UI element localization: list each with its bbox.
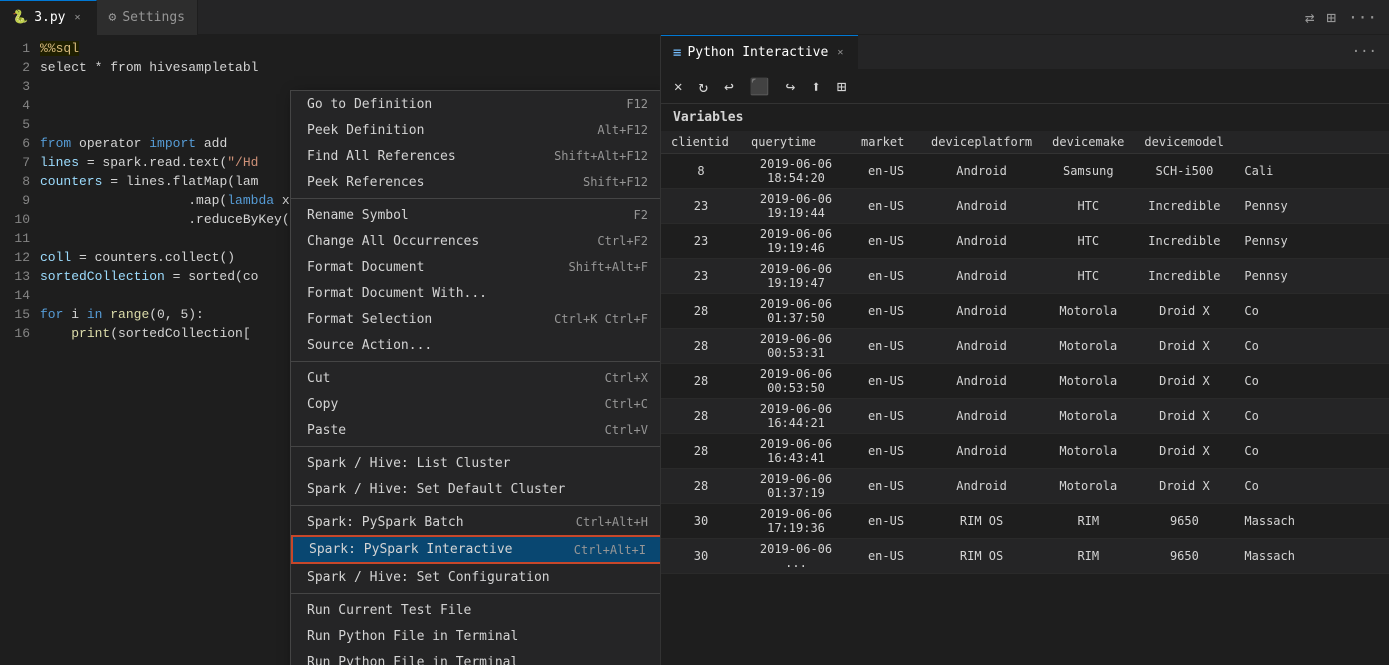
more-options-icon[interactable]: ··· — [1348, 42, 1381, 62]
right-tab-bar: ≡ Python Interactive ✕ ··· — [661, 35, 1389, 70]
python-interactive-tab-close[interactable]: ✕ — [834, 46, 846, 59]
menu-format-document[interactable]: Format Document Shift+Alt+F — [291, 254, 660, 280]
python-file-icon: 🐍 — [12, 10, 28, 25]
col-header-extra — [1234, 131, 1389, 154]
export-icon[interactable]: ⬆ — [806, 74, 826, 99]
table-row: 30 2019-06-06... en-US RIM OS RIM 9650 M… — [661, 539, 1389, 574]
variables-panel: Variables clientid querytime market devi… — [661, 104, 1389, 665]
redo-icon[interactable]: ↪ — [781, 74, 801, 99]
table-row: 28 2019-06-0600:53:50 en-US Android Moto… — [661, 364, 1389, 399]
tab-settings-label: Settings — [122, 10, 185, 25]
table-row: 23 2019-06-0619:19:44 en-US Android HTC … — [661, 189, 1389, 224]
menu-separator-2 — [291, 361, 660, 362]
variables-heading: Variables — [661, 104, 1389, 131]
variables-table: clientid querytime market deviceplatform… — [661, 131, 1389, 574]
menu-run-python-file-terminal-2[interactable]: Run Python File in Terminal — [291, 649, 660, 665]
menu-run-current-test-file[interactable]: Run Current Test File — [291, 597, 660, 623]
right-panel: ≡ Python Interactive ✕ ··· ✕ ↻ ↩ ⬛ ↪ ⬆ ⊞… — [660, 35, 1389, 665]
grid-icon[interactable]: ⊞ — [832, 74, 852, 99]
python-interactive-icon: ≡ — [673, 45, 681, 61]
tab-bar: 🐍 3.py ✕ ⚙ Settings ⇄ ⊞ ··· — [0, 0, 1389, 35]
table-row: 23 2019-06-0619:19:47 en-US Android HTC … — [661, 259, 1389, 294]
menu-peek-references[interactable]: Peek References Shift+F12 — [291, 169, 660, 195]
col-header-devicemodel: devicemodel — [1134, 131, 1234, 154]
menu-separator-3 — [291, 446, 660, 447]
tab-settings[interactable]: ⚙ Settings — [97, 0, 198, 35]
code-line-2: 2 select * from hivesampletabl — [0, 58, 660, 77]
col-header-deviceplatform: deviceplatform — [921, 131, 1042, 154]
menu-spark-set-default-cluster[interactable]: Spark / Hive: Set Default Cluster — [291, 476, 660, 502]
layout-icon[interactable]: ⊞ — [1322, 6, 1340, 29]
menu-rename-symbol[interactable]: Rename Symbol F2 — [291, 202, 660, 228]
table-row: 23 2019-06-0619:19:46 en-US Android HTC … — [661, 224, 1389, 259]
menu-cut[interactable]: Cut Ctrl+X — [291, 365, 660, 391]
col-header-devicemake: devicemake — [1042, 131, 1134, 154]
col-header-querytime: querytime — [741, 131, 851, 154]
table-row: 28 2019-06-0616:44:21 en-US Android Moto… — [661, 399, 1389, 434]
table-row: 28 2019-06-0616:43:41 en-US Android Moto… — [661, 434, 1389, 469]
main-area: 1 %%sql 2 select * from hivesampletabl 3… — [0, 35, 1389, 665]
menu-separator-4 — [291, 505, 660, 506]
right-tab-actions: ··· — [1340, 42, 1389, 62]
menu-copy[interactable]: Copy Ctrl+C — [291, 391, 660, 417]
menu-find-all-references[interactable]: Find All References Shift+Alt+F12 — [291, 143, 660, 169]
menu-separator-5 — [291, 593, 660, 594]
table-row: 8 2019-06-0618:54:20 en-US Android Samsu… — [661, 154, 1389, 189]
menu-run-python-file-terminal-1[interactable]: Run Python File in Terminal — [291, 623, 660, 649]
table-row: 28 2019-06-0601:37:50 en-US Android Moto… — [661, 294, 1389, 329]
menu-spark-pyspark-interactive[interactable]: Spark: PySpark Interactive Ctrl+Alt+I — [291, 535, 660, 564]
close-toolbar-icon[interactable]: ✕ — [669, 76, 687, 98]
python-interactive-tab-label: Python Interactive — [687, 45, 828, 60]
tab-3py[interactable]: 🐍 3.py ✕ — [0, 0, 97, 35]
menu-source-action[interactable]: Source Action... — [291, 332, 660, 358]
settings-icon: ⚙ — [109, 10, 117, 25]
menu-format-document-with[interactable]: Format Document With... — [291, 280, 660, 306]
more-actions-icon[interactable]: ··· — [1344, 6, 1381, 29]
menu-format-selection[interactable]: Format Selection Ctrl+K Ctrl+F — [291, 306, 660, 332]
col-header-clientid: clientid — [661, 131, 741, 154]
editor-panel: 1 %%sql 2 select * from hivesampletabl 3… — [0, 35, 660, 665]
tab-3py-close[interactable]: ✕ — [72, 11, 84, 24]
menu-goto-definition[interactable]: Go to Definition F12 — [291, 91, 660, 117]
menu-separator-1 — [291, 198, 660, 199]
col-header-market: market — [851, 131, 921, 154]
menu-spark-set-configuration[interactable]: Spark / Hive: Set Configuration — [291, 564, 660, 590]
tab-3py-label: 3.py — [34, 10, 65, 25]
menu-spark-list-cluster[interactable]: Spark / Hive: List Cluster — [291, 450, 660, 476]
restart-icon[interactable]: ↻ — [693, 74, 713, 99]
menu-peek-definition[interactable]: Peek Definition Alt+F12 — [291, 117, 660, 143]
split-editor-icon[interactable]: ⇄ — [1301, 6, 1319, 29]
table-body: 8 2019-06-0618:54:20 en-US Android Samsu… — [661, 154, 1389, 574]
python-interactive-tab[interactable]: ≡ Python Interactive ✕ — [661, 35, 858, 70]
stop-icon[interactable]: ⬛ — [745, 74, 775, 99]
code-line-1: 1 %%sql — [0, 39, 660, 58]
table-header: clientid querytime market deviceplatform… — [661, 131, 1389, 154]
table-row: 28 2019-06-0601:37:19 en-US Android Moto… — [661, 469, 1389, 504]
tab-actions: ⇄ ⊞ ··· — [1293, 6, 1389, 29]
table-row: 30 2019-06-0617:19:36 en-US RIM OS RIM 9… — [661, 504, 1389, 539]
menu-spark-pyspark-batch[interactable]: Spark: PySpark Batch Ctrl+Alt+H — [291, 509, 660, 535]
context-menu: Go to Definition F12 Peek Definition Alt… — [290, 90, 660, 665]
menu-paste[interactable]: Paste Ctrl+V — [291, 417, 660, 443]
undo-icon[interactable]: ↩ — [719, 74, 739, 99]
interactive-toolbar: ✕ ↻ ↩ ⬛ ↪ ⬆ ⊞ — [661, 70, 1389, 104]
table-row: 28 2019-06-0600:53:31 en-US Android Moto… — [661, 329, 1389, 364]
menu-change-all-occurrences[interactable]: Change All Occurrences Ctrl+F2 — [291, 228, 660, 254]
